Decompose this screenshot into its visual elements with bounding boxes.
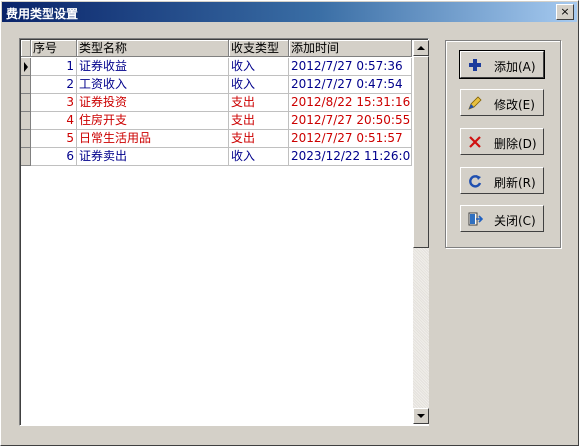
table-row[interactable]: 4 住房开支 支出 2012/7/27 20:50:55 [21,112,412,130]
cell-id[interactable]: 4 [31,112,77,130]
add-button-label: 添加(A) [494,60,536,74]
cell-name[interactable]: 证券收益 [77,58,229,76]
cell-time[interactable]: 2023/12/22 11:26:01 [289,148,412,166]
cell-id[interactable]: 6 [31,148,77,166]
edit-button[interactable]: 修改(E) [460,89,544,116]
cell-name[interactable]: 工资收入 [77,76,229,94]
header-corner [21,40,31,57]
delete-button-label: 删除(D) [494,137,537,151]
cell-type[interactable]: 支出 [229,94,289,112]
row-indicator[interactable] [21,58,31,76]
cell-type[interactable]: 收入 [229,58,289,76]
table-row[interactable]: 6 证券卖出 收入 2023/12/22 11:26:01 [21,148,412,166]
row-indicator[interactable] [21,148,31,166]
cell-id[interactable]: 1 [31,58,77,76]
cell-time[interactable]: 2012/8/22 15:31:16 [289,94,412,112]
current-row-arrow-icon [24,62,28,72]
table-row[interactable]: 2 工资收入 收入 2012/7/27 0:47:54 [21,76,412,94]
table-row[interactable]: 3 证券投资 支出 2012/8/22 15:31:16 [21,94,412,112]
close-button[interactable]: 关闭(C) [460,205,544,232]
grid-header: 序号 类型名称 收支类型 添加时间 [21,40,412,58]
row-indicator[interactable] [21,112,31,130]
window-title: 费用类型设置 [6,7,79,21]
refresh-button[interactable]: 刷新(R) [460,167,544,194]
cell-name[interactable]: 证券投资 [77,94,229,112]
edit-button-label: 修改(E) [494,98,535,112]
column-header-id[interactable]: 序号 [31,40,77,57]
up-arrow-icon [417,46,425,50]
row-indicator[interactable] [21,76,31,94]
vertical-scrollbar[interactable] [413,40,429,424]
close-window-button[interactable]: × [556,4,574,20]
cell-id[interactable]: 5 [31,130,77,148]
column-header-name[interactable]: 类型名称 [77,40,229,57]
cell-name[interactable]: 日常生活用品 [77,130,229,148]
row-indicator[interactable] [21,94,31,112]
add-button[interactable]: 添加(A) [459,50,545,79]
grid-viewport: 序号 类型名称 收支类型 添加时间 1 证券收益 收入 2012/7/27 0:57:… [21,40,412,424]
cell-id[interactable]: 2 [31,76,77,94]
scroll-thumb[interactable] [413,56,429,248]
cell-time[interactable]: 2012/7/27 20:50:55 [289,112,412,130]
close-button-label: 关闭(C) [494,214,536,228]
cell-time[interactable]: 2012/7/27 0:57:36 [289,58,412,76]
title-bar[interactable]: 费用类型设置 × [2,2,577,22]
cell-type[interactable]: 支出 [229,112,289,130]
refresh-icon [469,175,482,188]
expense-type-grid[interactable]: 序号 类型名称 收支类型 添加时间 1 证券收益 收入 2012/7/27 0:57:… [19,38,429,426]
column-header-type[interactable]: 收支类型 [229,40,289,57]
cell-type[interactable]: 收入 [229,148,289,166]
row-indicator[interactable] [21,130,31,148]
cell-name[interactable]: 证券卖出 [77,148,229,166]
cell-time[interactable]: 2012/7/27 0:47:54 [289,76,412,94]
exit-door-icon [468,212,483,226]
scroll-down-button[interactable] [413,408,429,424]
table-row[interactable]: 5 日常生活用品 支出 2012/7/27 0:51:57 [21,130,412,148]
cell-name[interactable]: 住房开支 [77,112,229,130]
table-row[interactable]: 1 证券收益 收入 2012/7/27 0:57:36 [21,58,412,76]
refresh-button-label: 刷新(R) [494,176,536,190]
down-arrow-icon [417,414,425,418]
plus-icon [469,59,481,71]
pencil-icon [468,96,482,110]
column-header-time[interactable]: 添加时间 [289,40,412,57]
cell-id[interactable]: 3 [31,94,77,112]
x-icon [469,136,481,148]
scroll-up-button[interactable] [413,40,429,56]
cell-type[interactable]: 支出 [229,130,289,148]
delete-button[interactable]: 删除(D) [460,128,544,155]
cell-type[interactable]: 收入 [229,76,289,94]
cell-time[interactable]: 2012/7/27 0:51:57 [289,130,412,148]
